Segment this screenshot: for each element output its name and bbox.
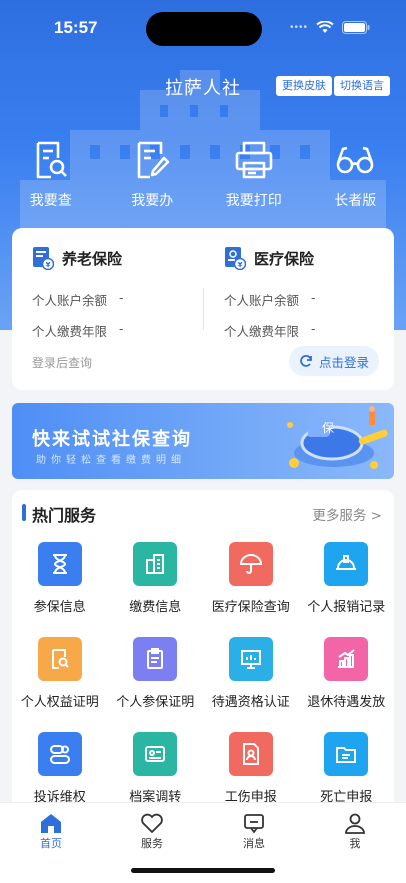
login-button-label: 点击登录 xyxy=(318,354,369,370)
tab-home[interactable]: 首页 xyxy=(21,811,81,851)
medical-balance-label: 个人账户余额 xyxy=(224,293,300,308)
banner-subtitle: 助你轻松查看缴费明细 xyxy=(36,455,186,466)
dynamic-island xyxy=(146,12,262,46)
id-card-icon xyxy=(145,746,166,762)
promo-banner[interactable]: 快来试试社保查询 助你轻松查看缴费明细 保 xyxy=(12,403,394,479)
tab-messages-label: 消息 xyxy=(243,837,265,850)
message-icon xyxy=(244,814,264,834)
change-language-button[interactable]: 切换语言 xyxy=(334,76,390,96)
search-doc-icon xyxy=(36,141,67,179)
monitor-icon xyxy=(240,650,261,669)
tab-me-label: 我 xyxy=(349,837,361,850)
more-services-link[interactable]: 更多服务 > xyxy=(312,504,382,524)
quick-query-label: 我要查 xyxy=(29,193,72,209)
edit-doc-icon xyxy=(137,141,170,179)
service-item-qualification[interactable]: 待遇资格认证 xyxy=(203,637,299,732)
tab-home-label: 首页 xyxy=(40,837,62,850)
service-item-insured-proof[interactable]: 个人参保证明 xyxy=(108,637,204,732)
login-button[interactable]: 点击登录 xyxy=(289,346,379,376)
service-label: 待遇资格认证 xyxy=(211,695,290,710)
quick-elder-label: 长者版 xyxy=(334,193,377,209)
magnifier-illustration-icon: 保 xyxy=(287,406,388,469)
medical-years-label: 个人缴费年限 xyxy=(224,324,300,339)
glasses-icon xyxy=(336,146,374,174)
service-item-medical-query[interactable]: 医疗保险查询 xyxy=(203,542,299,637)
umbrella-icon xyxy=(239,554,262,574)
service-label: 个人报销记录 xyxy=(307,600,386,615)
status-icons: •••• xyxy=(290,21,370,34)
service-label: 医疗保险查询 xyxy=(211,600,290,615)
insurance-divider xyxy=(203,288,204,330)
tab-me[interactable]: 我 xyxy=(325,811,385,851)
pension-years-label: 个人缴费年限 xyxy=(32,324,108,339)
printer-icon xyxy=(235,141,273,179)
services-grid: 参保信息 缴费信息 医疗保险查询 个人报销记录 个人权益证明 个人参保证明 待遇… xyxy=(12,542,394,827)
quick-query-button[interactable]: 我要查 xyxy=(0,138,102,210)
medical-title: 医疗保险 xyxy=(254,249,315,268)
tab-services-label: 服务 xyxy=(141,837,163,850)
pension-insurance[interactable]: ¥ 养老保险 个人账户余额 - 个人缴费年限 - xyxy=(32,246,124,340)
medical-years-value: - xyxy=(311,321,316,336)
toggle-icon xyxy=(49,745,70,764)
banner-title: 快来试试社保查询 xyxy=(32,429,192,450)
service-label: 退休待遇发放 xyxy=(307,695,386,710)
helmet-icon xyxy=(336,555,357,570)
svg-text:¥: ¥ xyxy=(238,261,243,269)
hourglass-icon xyxy=(52,554,67,574)
section-accent-bar xyxy=(22,504,26,521)
search-doc-icon xyxy=(51,649,69,669)
service-item-payment-info[interactable]: 缴费信息 xyxy=(108,542,204,637)
insurance-card: ¥ 养老保险 个人账户余额 - 个人缴费年限 - ¥ 医疗保险 个人账户余额 -… xyxy=(12,228,394,390)
medical-balance-value: - xyxy=(311,290,316,305)
quick-handle-button[interactable]: 我要办 xyxy=(102,138,204,210)
status-bar: 15:57 •••• xyxy=(0,0,406,54)
login-hint: 登录后查询 xyxy=(32,356,93,370)
tab-messages[interactable]: 消息 xyxy=(224,811,284,851)
medical-icon: ¥ xyxy=(225,247,246,270)
pension-title: 养老保险 xyxy=(62,249,123,268)
folder-doc-icon xyxy=(336,747,357,763)
medical-insurance[interactable]: ¥ 医疗保险 个人账户余额 - 个人缴费年限 - xyxy=(224,246,316,340)
service-label: 参保信息 xyxy=(33,600,86,615)
home-icon xyxy=(41,814,61,833)
banner-badge: 保 xyxy=(322,421,334,435)
wifi-icon xyxy=(316,21,334,33)
user-icon xyxy=(345,813,365,834)
quick-actions: 我要查 我要办 我要打印 长者版 xyxy=(0,138,406,210)
status-time: 15:57 xyxy=(54,18,98,37)
clipboard-icon xyxy=(147,648,164,669)
change-skin-button[interactable]: 更换皮肤 xyxy=(276,76,332,96)
heart-icon xyxy=(141,813,163,834)
service-label: 个人权益证明 xyxy=(20,695,99,710)
home-indicator[interactable] xyxy=(131,868,275,873)
refresh-icon xyxy=(300,355,312,367)
pension-icon: ¥ xyxy=(33,247,54,270)
hot-services: 热门服务 更多服务 > 参保信息 缴费信息 医疗保险查询 个人报销记录 个人权益… xyxy=(12,490,394,820)
quick-print-button[interactable]: 我要打印 xyxy=(203,138,305,210)
service-item-rights-proof[interactable]: 个人权益证明 xyxy=(12,637,108,732)
service-item-reimbursement[interactable]: 个人报销记录 xyxy=(299,542,395,637)
pension-balance-label: 个人账户余额 xyxy=(32,293,108,308)
svg-text:¥: ¥ xyxy=(46,261,51,269)
service-label: 缴费信息 xyxy=(129,600,182,615)
quick-print-label: 我要打印 xyxy=(225,193,282,209)
battery-icon xyxy=(342,21,370,34)
tab-services[interactable]: 服务 xyxy=(122,811,182,851)
person-doc-icon xyxy=(242,743,259,765)
service-item-retirement[interactable]: 退休待遇发放 xyxy=(299,637,395,732)
chart-up-icon xyxy=(338,649,355,668)
dots-icon: •••• xyxy=(289,22,308,33)
building-icon xyxy=(146,554,165,574)
quick-elder-button[interactable]: 长者版 xyxy=(305,138,406,210)
pension-balance-value: - xyxy=(119,290,124,305)
services-title: 热门服务 xyxy=(32,506,97,525)
pension-years-value: - xyxy=(119,321,124,336)
service-label: 个人参保证明 xyxy=(116,695,195,710)
quick-handle-label: 我要办 xyxy=(131,193,174,209)
service-item-insured-info[interactable]: 参保信息 xyxy=(12,542,108,637)
